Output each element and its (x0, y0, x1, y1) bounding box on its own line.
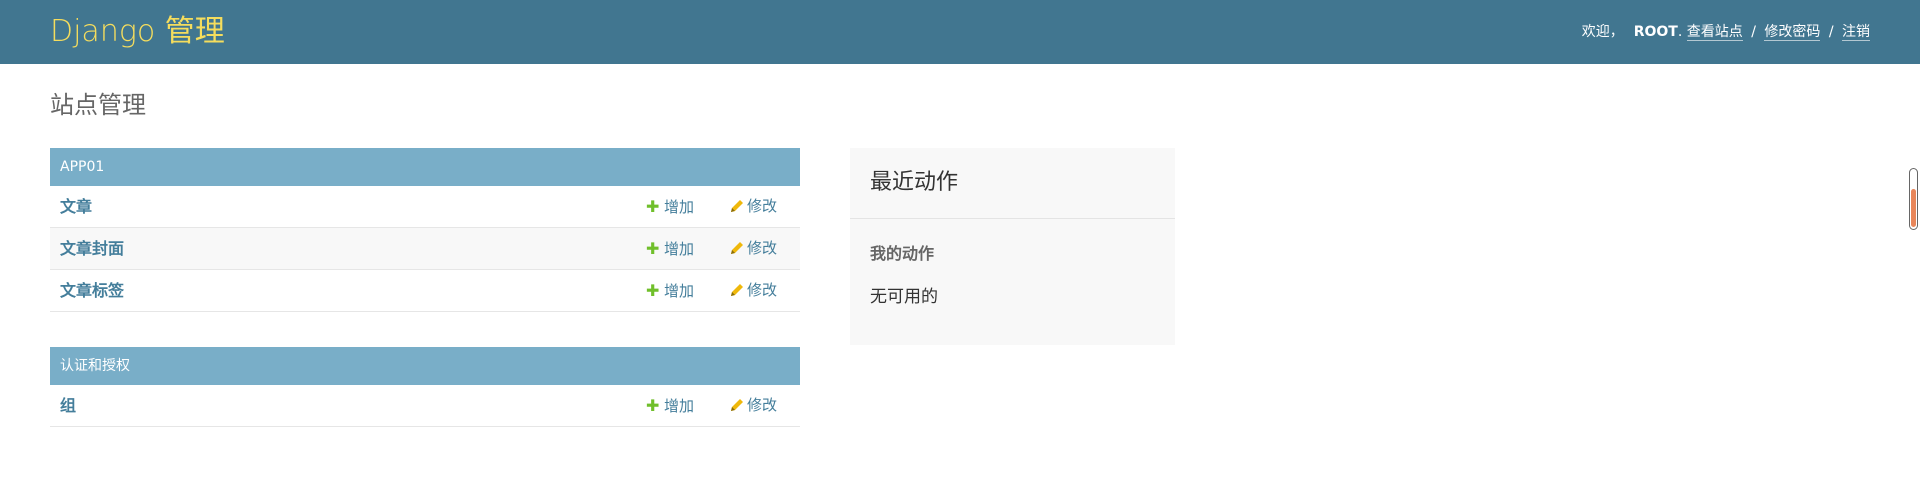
my-actions-heading: 我的动作 (870, 244, 935, 263)
plus-icon: ✚ (646, 197, 660, 216)
no-actions-text: 无可用的 (870, 287, 938, 307)
separator: / (1828, 24, 1834, 40)
add-button[interactable]: ✚ 增加 (646, 385, 694, 427)
add-button[interactable]: ✚ 增加 (646, 228, 694, 270)
pencil-icon (731, 200, 743, 212)
app-module-app01: APP01 文章 ✚ 增加 修改 文章封面 ✚ 增加 修改 文章标签 ✚ 增加 修改 (50, 148, 800, 312)
plus-icon: ✚ (646, 281, 660, 300)
change-button[interactable]: 修改 (729, 228, 777, 269)
pencil-icon (731, 399, 743, 411)
change-button[interactable]: 修改 (729, 270, 777, 311)
change-password-link[interactable]: 修改密码 (1764, 24, 1821, 41)
logout-link[interactable]: 注销 (1842, 24, 1870, 41)
add-button[interactable]: ✚ 增加 (646, 186, 694, 228)
recent-actions-title: 最近动作 (850, 148, 1175, 219)
header-bar: Django 管理 欢迎， ROOT. 查看站点 / 修改密码 / 注销 (0, 0, 1920, 64)
plus-icon: ✚ (646, 396, 660, 415)
model-link[interactable]: 文章 (60, 186, 92, 227)
plus-icon: ✚ (646, 239, 660, 258)
table-row: 文章封面 ✚ 增加 修改 (50, 228, 800, 270)
dot: . (1677, 24, 1683, 40)
username: ROOT (1633, 24, 1678, 40)
scrollbar[interactable] (1909, 168, 1918, 230)
user-tools: 欢迎， ROOT. 查看站点 / 修改密码 / 注销 (1582, 21, 1870, 43)
table-row: 组 ✚ 增加 修改 (50, 385, 800, 427)
separator: / (1751, 24, 1756, 40)
change-button[interactable]: 修改 (729, 385, 777, 426)
model-link[interactable]: 文章标签 (60, 270, 124, 311)
recent-actions-panel: 最近动作 我的动作 无可用的 (850, 148, 1175, 345)
view-site-link[interactable]: 查看站点 (1686, 24, 1743, 41)
model-link[interactable]: 文章封面 (60, 228, 124, 269)
pencil-icon (731, 242, 743, 254)
welcome-text: 欢迎， (1581, 24, 1624, 40)
add-button[interactable]: ✚ 增加 (646, 270, 694, 312)
scrollbar-thumb[interactable] (1911, 189, 1916, 227)
page-title: 站点管理 (50, 91, 146, 119)
table-row: 文章 ✚ 增加 修改 (50, 186, 800, 228)
pencil-icon (731, 284, 743, 296)
site-branding[interactable]: Django 管理 (50, 12, 225, 52)
table-row: 文章标签 ✚ 增加 修改 (50, 270, 800, 312)
model-link[interactable]: 组 (60, 385, 76, 426)
module-caption[interactable]: 认证和授权 (50, 347, 800, 385)
module-caption[interactable]: APP01 (50, 148, 800, 186)
change-button[interactable]: 修改 (729, 186, 777, 227)
app-module-auth: 认证和授权 组 ✚ 增加 修改 (50, 347, 800, 427)
